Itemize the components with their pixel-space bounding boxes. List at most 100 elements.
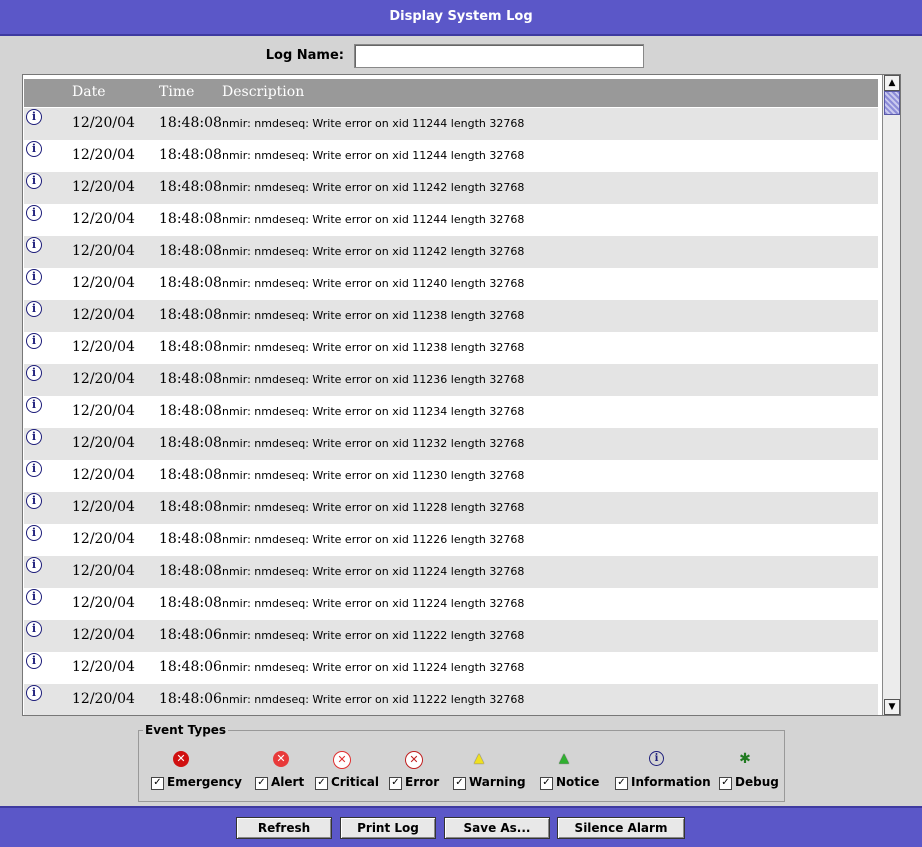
row-description: nmir: nmdeseq: Write error on xid 11238 …	[222, 341, 525, 354]
table-body: i 12/20/04 18:48:08 nmir: nmdeseq: Write er…	[24, 108, 878, 715]
row-time: 18:48:08	[159, 211, 222, 227]
row-description: nmir: nmdeseq: Write error on xid 11224 …	[222, 661, 525, 674]
information-icon: i	[26, 525, 42, 541]
table-row[interactable]: i 12/20/04 18:48:08 nmir: nmdeseq: Write er…	[24, 108, 878, 140]
warning-label: Warning	[469, 775, 526, 789]
row-time: 18:48:08	[159, 531, 222, 547]
warning-checkbox[interactable]: ✓	[453, 777, 466, 790]
error-checkbox[interactable]: ✓	[389, 777, 402, 790]
information-icon: i	[26, 109, 42, 125]
table-row[interactable]: i 12/20/04 18:48:08 nmir: nmdeseq: Write er…	[24, 428, 878, 460]
row-time: 18:48:06	[159, 627, 222, 643]
row-date: 12/20/04	[72, 691, 135, 707]
information-icon: i	[26, 589, 42, 605]
row-time: 18:48:08	[159, 275, 222, 291]
information-icon: i	[26, 493, 42, 509]
refresh-button[interactable]: Refresh	[236, 817, 332, 839]
column-header-date[interactable]: Date	[72, 84, 105, 100]
table-row[interactable]: i 12/20/04 18:48:08 nmir: nmdeseq: Write er…	[24, 492, 878, 524]
row-time: 18:48:08	[159, 467, 222, 483]
row-time: 18:48:08	[159, 403, 222, 419]
scroll-down-arrow-icon[interactable]: ▼	[884, 699, 900, 715]
row-time: 18:48:08	[159, 115, 222, 131]
information-icon: i	[26, 205, 42, 221]
row-time: 18:48:08	[159, 371, 222, 387]
row-date: 12/20/04	[72, 243, 135, 259]
row-date: 12/20/04	[72, 403, 135, 419]
table-row[interactable]: i 12/20/04 18:48:06 nmir: nmdeseq: Write er…	[24, 652, 878, 684]
print-log-button[interactable]: Print Log	[340, 817, 436, 839]
emergency-checkbox[interactable]: ✓	[151, 777, 164, 790]
table-row[interactable]: i 12/20/04 18:48:08 nmir: nmdeseq: Write er…	[24, 300, 878, 332]
information-icon: i	[26, 237, 42, 253]
row-description: nmir: nmdeseq: Write error on xid 11244 …	[222, 149, 525, 162]
information-checkbox[interactable]: ✓	[615, 777, 628, 790]
alert-icon: ✕	[273, 751, 289, 767]
row-date: 12/20/04	[72, 275, 135, 291]
alert-checkbox[interactable]: ✓	[255, 777, 268, 790]
information-icon: i	[26, 461, 42, 477]
table-row[interactable]: i 12/20/04 18:48:08 nmir: nmdeseq: Write er…	[24, 172, 878, 204]
row-description: nmir: nmdeseq: Write error on xid 11242 …	[222, 181, 525, 194]
table-row[interactable]: i 12/20/04 18:48:08 nmir: nmdeseq: Write er…	[24, 236, 878, 268]
emergency-icon: ✕	[173, 751, 189, 767]
row-date: 12/20/04	[72, 467, 135, 483]
warning-icon: ▲	[474, 751, 484, 766]
row-description: nmir: nmdeseq: Write error on xid 11224 …	[222, 597, 525, 610]
table-row[interactable]: i 12/20/04 18:48:08 nmir: nmdeseq: Write er…	[24, 140, 878, 172]
row-description: nmir: nmdeseq: Write error on xid 11228 …	[222, 501, 525, 514]
table-row[interactable]: i 12/20/04 18:48:08 nmir: nmdeseq: Write er…	[24, 204, 878, 236]
error-icon: ✕	[405, 751, 423, 769]
table-row[interactable]: i 12/20/04 18:48:08 nmir: nmdeseq: Write er…	[24, 364, 878, 396]
silence-alarm-button[interactable]: Silence Alarm	[557, 817, 685, 839]
information-icon: i	[26, 397, 42, 413]
table-row[interactable]: i 12/20/04 18:48:08 nmir: nmdeseq: Write er…	[24, 332, 878, 364]
row-date: 12/20/04	[72, 659, 135, 675]
table-row[interactable]: i 12/20/04 18:48:08 nmir: nmdeseq: Write er…	[24, 588, 878, 620]
row-time: 18:48:08	[159, 243, 222, 259]
row-description: nmir: nmdeseq: Write error on xid 11236 …	[222, 373, 525, 386]
notice-icon: ▲	[559, 751, 569, 766]
row-date: 12/20/04	[72, 531, 135, 547]
row-time: 18:48:08	[159, 307, 222, 323]
event-types-group: Event Types ✕ ✓ Emergency ✕ ✓ Alert ✕ ✓ …	[138, 723, 785, 802]
information-icon: i	[26, 429, 42, 445]
information-icon: i	[26, 173, 42, 189]
row-date: 12/20/04	[72, 371, 135, 387]
row-description: nmir: nmdeseq: Write error on xid 11222 …	[222, 693, 525, 706]
scroll-up-arrow-icon[interactable]: ▲	[884, 75, 900, 91]
critical-checkbox[interactable]: ✓	[315, 777, 328, 790]
scroll-thumb[interactable]	[884, 91, 900, 115]
row-date: 12/20/04	[72, 595, 135, 611]
table-row[interactable]: i 12/20/04 18:48:08 nmir: nmdeseq: Write er…	[24, 268, 878, 300]
row-time: 18:48:06	[159, 691, 222, 707]
table-row[interactable]: i 12/20/04 18:48:06 nmir: nmdeseq: Write er…	[24, 620, 878, 652]
information-icon: i	[649, 751, 664, 766]
row-time: 18:48:06	[159, 659, 222, 675]
log-list: Date Time Description i 12/20/04 18:48:08 n…	[22, 74, 901, 716]
notice-checkbox[interactable]: ✓	[540, 777, 553, 790]
table-row[interactable]: i 12/20/04 18:48:08 nmir: nmdeseq: Write er…	[24, 556, 878, 588]
table-row[interactable]: i 12/20/04 18:48:08 nmir: nmdeseq: Write er…	[24, 460, 878, 492]
table-row[interactable]: i 12/20/04 18:48:08 nmir: nmdeseq: Write er…	[24, 524, 878, 556]
table-row[interactable]: i 12/20/04 18:48:08 nmir: nmdeseq: Write er…	[24, 396, 878, 428]
information-icon: i	[26, 557, 42, 573]
row-time: 18:48:08	[159, 563, 222, 579]
debug-checkbox[interactable]: ✓	[719, 777, 732, 790]
critical-label: Critical	[331, 775, 380, 789]
row-time: 18:48:08	[159, 595, 222, 611]
row-time: 18:48:08	[159, 499, 222, 515]
information-icon: i	[26, 621, 42, 637]
column-header-time[interactable]: Time	[159, 84, 194, 100]
title-bar: Display System Log	[0, 0, 922, 36]
emergency-label: Emergency	[167, 775, 242, 789]
save-as-button[interactable]: Save As...	[444, 817, 550, 839]
notice-label: Notice	[556, 775, 600, 789]
column-header-description[interactable]: Description	[222, 84, 304, 100]
table-row[interactable]: i 12/20/04 18:48:06 nmir: nmdeseq: Write er…	[24, 684, 878, 715]
row-time: 18:48:08	[159, 339, 222, 355]
row-date: 12/20/04	[72, 211, 135, 227]
log-name-input[interactable]	[354, 44, 644, 68]
vertical-scrollbar[interactable]: ▲ ▼	[882, 75, 900, 715]
information-icon: i	[26, 653, 42, 669]
